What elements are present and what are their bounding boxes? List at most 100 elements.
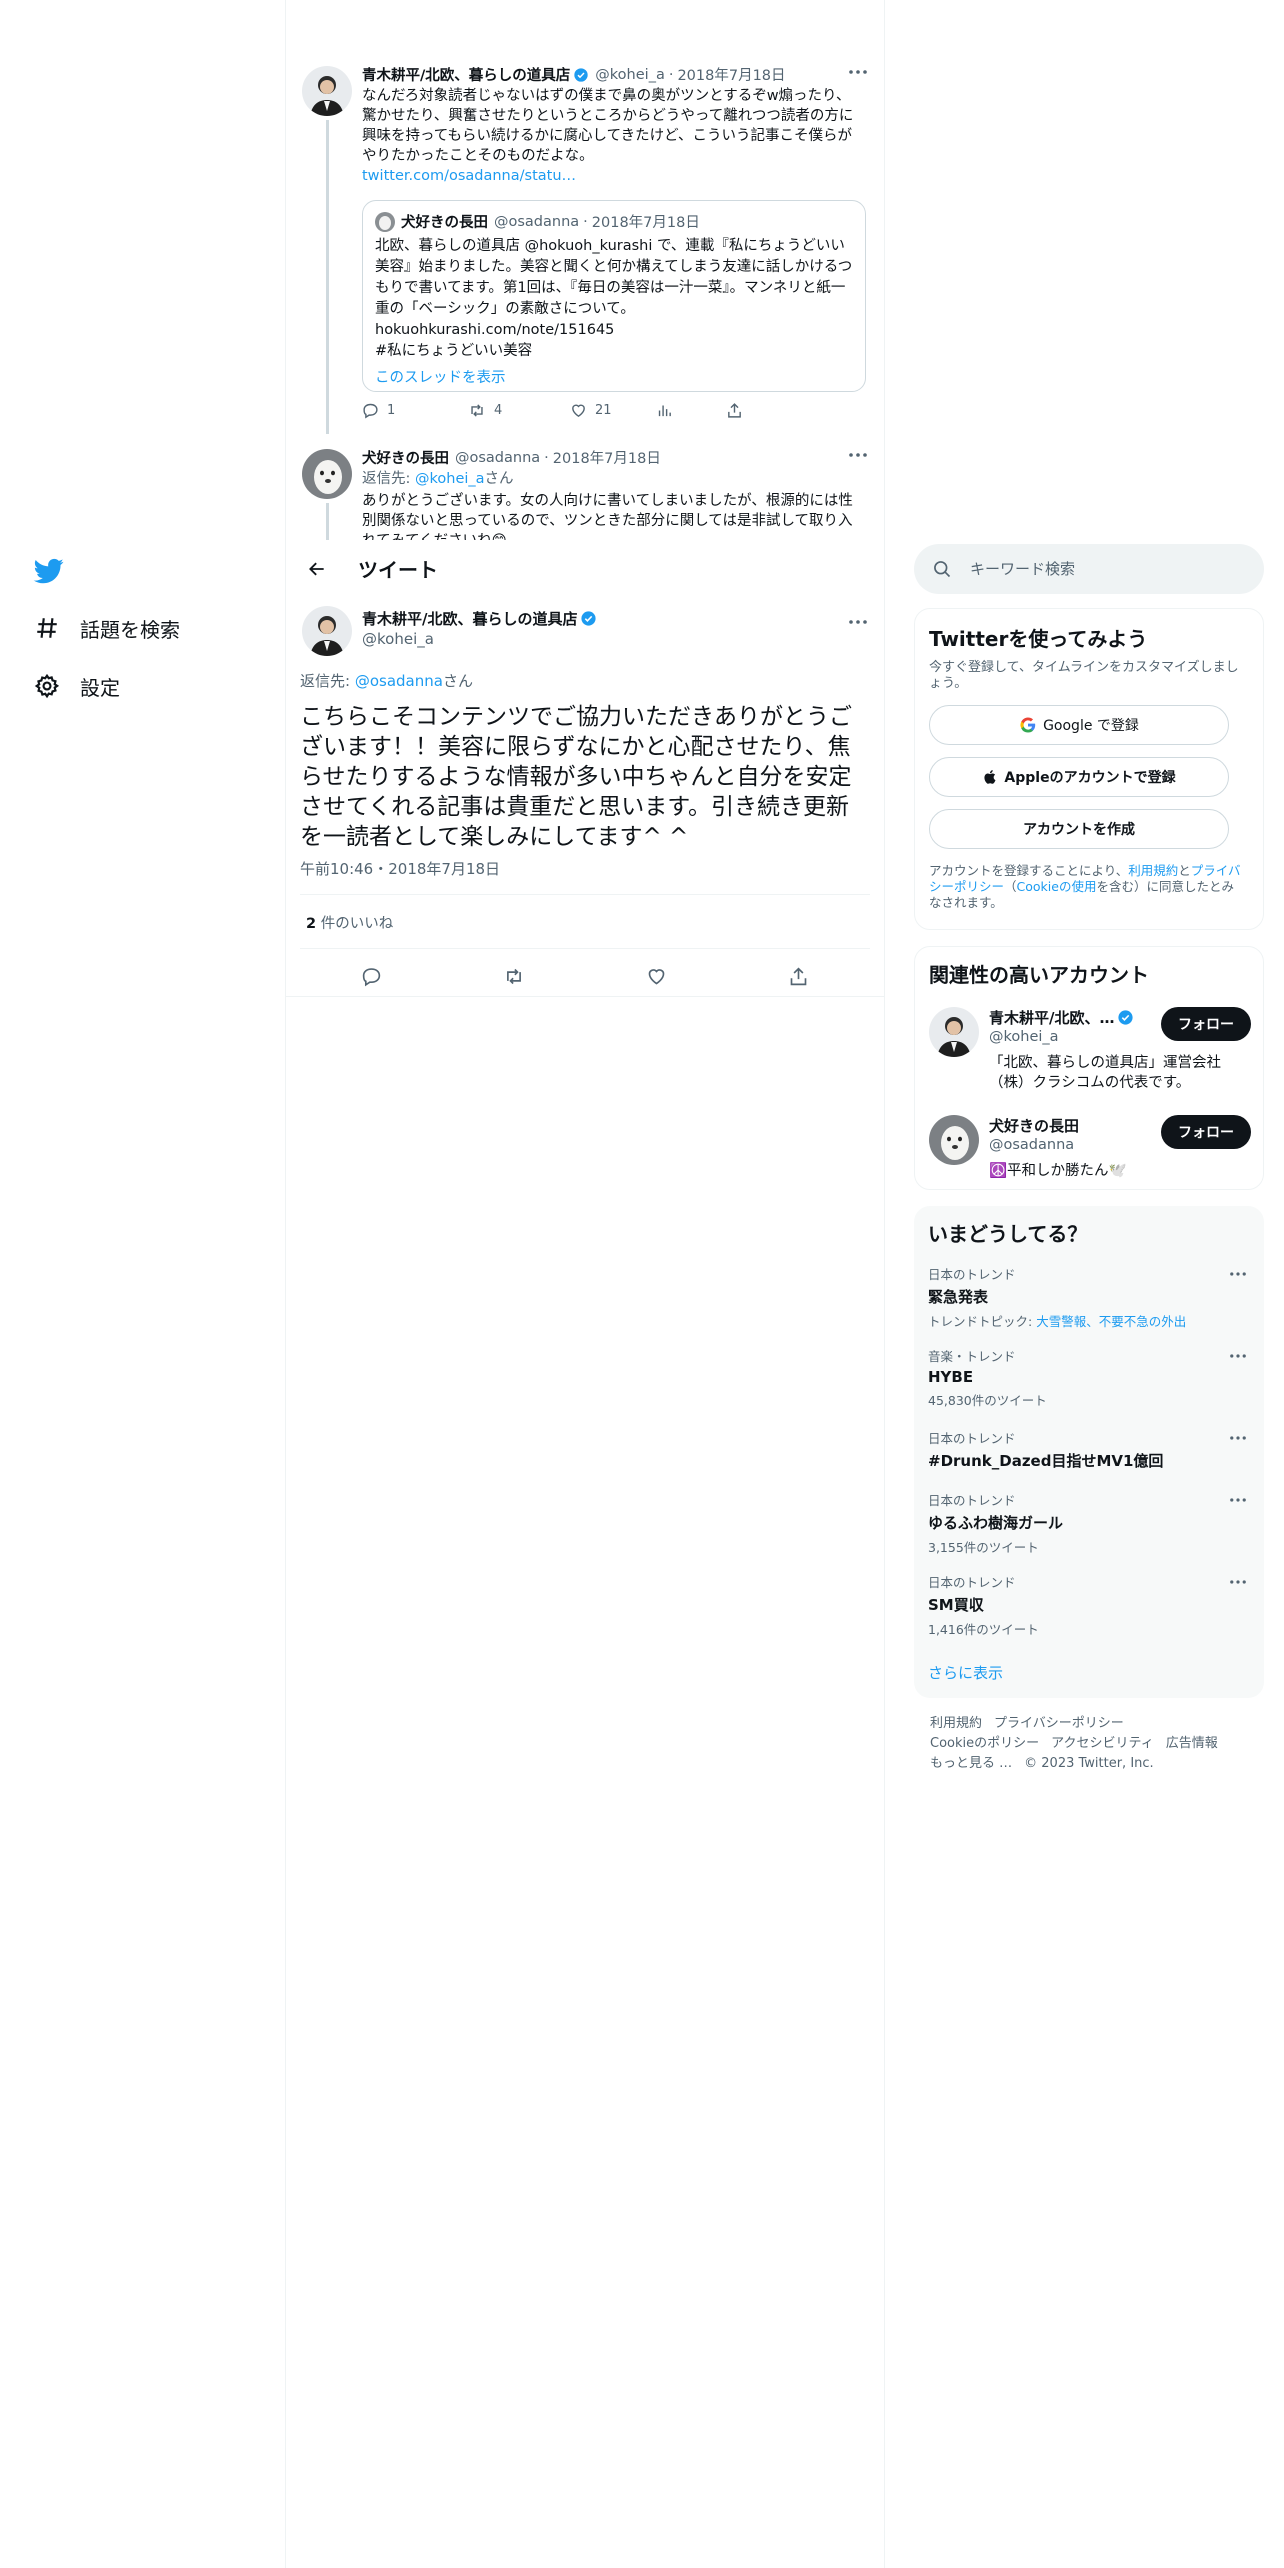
author-handle[interactable]: @kohei_a	[362, 630, 434, 648]
trend-context: 日本のトレンド	[928, 1267, 1016, 1282]
author-name[interactable]: 青木耕平/北欧、暮らしの道具店	[362, 64, 570, 85]
follow-button[interactable]: フォロー	[1161, 1007, 1251, 1041]
avatar[interactable]	[929, 1007, 979, 1057]
signup-terms: アカウントを登録することにより、利用規約とプライバシーポリシー（Cookieの使…	[929, 863, 1241, 910]
related-accounts-card: 関連性の高いアカウント 青木耕平/北欧、… @kohei_a 「北欧、暮らしの道…	[914, 946, 1264, 1190]
quoted-author-name: 犬好きの長田	[401, 215, 488, 231]
quoted-tweet[interactable]: 犬好きの長田 @osadanna · 2018年7月18日 北欧、暮らしの道具店…	[362, 200, 866, 392]
trends-card: いまどうしてる？ 日本のトレンド 緊急発表 トレンドトピック: 大雪警報、不要不…	[914, 1206, 1264, 1698]
author-name[interactable]: 青木耕平/北欧、暮らしの道具店	[362, 608, 577, 629]
show-more-link[interactable]: さらに表示	[928, 1662, 1003, 1683]
search-input[interactable]	[970, 556, 1240, 582]
cookie-link[interactable]: Cookieの使用	[1017, 879, 1097, 894]
more-options-icon[interactable]	[1226, 1428, 1250, 1448]
tweet-link[interactable]: twitter.com/osadanna/statu…	[362, 168, 576, 184]
left-column-divider	[285, 0, 286, 2568]
trend-name: #Drunk_Dazed目指せMV1億回	[928, 1452, 1164, 1470]
trend-meta: トレンドトピック: 大雪警報、不要不急の外出	[928, 1314, 1187, 1329]
retweet-button[interactable]	[494, 956, 534, 996]
avatar[interactable]	[929, 1115, 979, 1165]
author-name[interactable]: 犬好きの長田	[362, 447, 449, 468]
more-options-icon[interactable]	[846, 62, 870, 82]
apple-signup-button[interactable]: Appleのアカウントで登録	[929, 757, 1229, 797]
trend-context: 音楽・トレンド	[928, 1349, 1016, 1364]
trend-item[interactable]: 日本のトレンド #Drunk_Dazed目指せMV1億回	[928, 1428, 1250, 1471]
tweet-timestamp[interactable]: 午前10:46・2018年7月18日	[300, 858, 500, 879]
tweet-text: なんだろ対象読者じゃないはずの僕まで鼻の奥がツンとするぞw煽ったり、驚かせたり、…	[362, 88, 854, 184]
reply-context: 返信先: @kohei_aさん	[362, 471, 514, 487]
account-item[interactable]: 青木耕平/北欧、… @kohei_a 「北欧、暮らしの道具店」運営会社（株）クラ…	[929, 1007, 1251, 1107]
follow-button[interactable]: フォロー	[1161, 1115, 1251, 1149]
account-bio: ☮️平和しか勝たん🕊️	[989, 1163, 1127, 1179]
author-handle[interactable]: @kohei_a	[595, 67, 665, 83]
footer-link[interactable]: Cookieのポリシー	[930, 1736, 1039, 1751]
verified-badge-icon	[580, 610, 597, 627]
more-options-icon[interactable]	[846, 612, 870, 632]
trend-item[interactable]: 日本のトレンド ゆるふわ樹海ガール 3,155件のツイート	[928, 1490, 1250, 1556]
footer-link[interactable]: 利用規約	[930, 1716, 982, 1731]
nav-item-settings[interactable]: 設定	[30, 666, 120, 706]
retweet-button[interactable]: 4	[468, 402, 554, 419]
trend-meta: 45,830件のツイート	[928, 1393, 1047, 1408]
footer-link[interactable]: 広告情報	[1166, 1736, 1218, 1751]
trend-item[interactable]: 音楽・トレンド HYBE 45,830件のツイート	[928, 1346, 1250, 1409]
show-thread-link[interactable]: このスレッドを表示	[375, 366, 853, 387]
author-handle[interactable]: @osadanna	[455, 450, 540, 466]
back-arrow-icon[interactable]	[302, 554, 332, 584]
reply-to-link[interactable]: @kohei_a	[415, 471, 485, 487]
avatar[interactable]	[302, 66, 352, 116]
tweet-date[interactable]: 2018年7月18日	[677, 64, 785, 85]
twitter-logo-icon[interactable]	[32, 556, 66, 586]
like-button[interactable]	[636, 956, 676, 996]
thread-tweet[interactable]: 犬好きの長田 @osadanna · 2018年7月18日 返信先: @kohe…	[300, 447, 870, 540]
tweet-text: ありがとうございます。女の人向けに書いてしまいましたが、根源的には性別関係ないと…	[362, 493, 853, 540]
like-button[interactable]: 21	[570, 402, 656, 419]
share-button[interactable]	[726, 402, 766, 419]
search-icon	[932, 559, 952, 583]
nav-item-label: 設定	[80, 675, 120, 700]
account-item[interactable]: 犬好きの長田 @osadanna ☮️平和しか勝たん🕊️ フォロー	[929, 1115, 1251, 1179]
tweet-date[interactable]: 2018年7月18日	[553, 447, 661, 468]
divider	[300, 894, 870, 895]
nav-item-explore[interactable]: 話題を検索	[30, 608, 180, 648]
more-options-icon[interactable]	[1226, 1572, 1250, 1592]
reply-to-link[interactable]: @osadanna	[355, 672, 443, 690]
footer-link[interactable]: プライバシーポリシー	[994, 1716, 1124, 1731]
reply-icon	[363, 403, 378, 419]
views-button[interactable]	[656, 402, 726, 419]
signup-title: Twitterを使ってみよう	[929, 627, 1148, 651]
trend-name: SM買収	[928, 1596, 984, 1614]
avatar[interactable]	[302, 606, 352, 656]
create-account-button[interactable]: アカウントを作成	[929, 809, 1229, 849]
account-name[interactable]: 犬好きの長田	[989, 1115, 1079, 1136]
tweet-actions: 1 4 21	[362, 402, 766, 419]
trend-item[interactable]: 日本のトレンド 緊急発表 トレンドトピック: 大雪警報、不要不急の外出	[928, 1264, 1250, 1330]
account-handle[interactable]: @osadanna	[989, 1137, 1074, 1153]
account-handle[interactable]: @kohei_a	[989, 1029, 1059, 1045]
footer-more-link[interactable]: もっと見る …	[930, 1756, 1012, 1771]
reply-button[interactable]: 1	[362, 402, 448, 419]
account-name[interactable]: 青木耕平/北欧、…	[989, 1007, 1114, 1028]
trend-item[interactable]: 日本のトレンド SM買収 1,416件のツイート	[928, 1572, 1250, 1638]
footer-link[interactable]: アクセシビリティ	[1051, 1736, 1154, 1751]
reply-button[interactable]	[351, 956, 391, 996]
more-options-icon[interactable]	[846, 447, 870, 465]
terms-link[interactable]: 利用規約	[1128, 863, 1178, 878]
likes-summary[interactable]: 2 件のいいね	[306, 912, 393, 933]
google-icon	[1019, 716, 1037, 734]
search-box	[914, 544, 1264, 594]
trend-context: 日本のトレンド	[928, 1493, 1016, 1508]
separator-dot: ·	[668, 66, 674, 83]
tweet-text: こちらこそコンテンツでご協力いただきありがとうございます！！美容に限らずなにかと…	[300, 704, 852, 850]
trend-context: 日本のトレンド	[928, 1575, 1016, 1590]
share-button[interactable]	[779, 956, 819, 996]
google-signup-button[interactable]: Google で登録	[929, 705, 1229, 745]
trend-topic-links[interactable]: 大雪警報、不要不急の外出	[1036, 1314, 1186, 1329]
more-options-icon[interactable]	[1226, 1346, 1250, 1366]
more-options-icon[interactable]	[1226, 1490, 1250, 1510]
more-options-icon[interactable]	[1226, 1264, 1250, 1284]
avatar[interactable]	[302, 449, 352, 499]
heart-icon	[648, 968, 665, 984]
trend-name: 緊急発表	[928, 1288, 989, 1306]
like-count: 21	[595, 403, 612, 418]
